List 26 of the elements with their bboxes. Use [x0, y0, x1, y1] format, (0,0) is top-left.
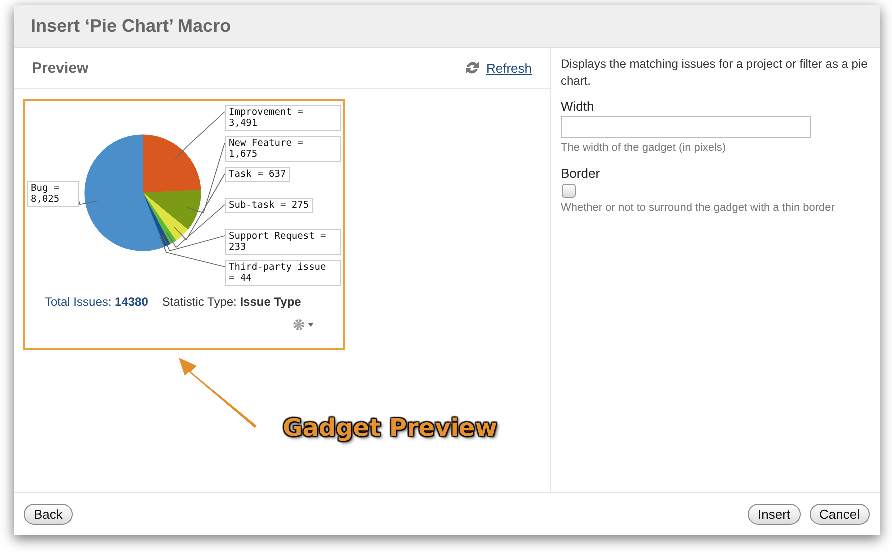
statistic-type: Statistic Type: Issue Type	[162, 295, 302, 309]
field-hint: Whether or not to surround the gadget with a thin border	[561, 202, 836, 214]
slice-label: Support Request = 233	[225, 229, 341, 255]
annotation-label: Gadget Preview	[283, 414, 498, 442]
width-field[interactable]	[561, 116, 811, 138]
field-label: Border	[561, 166, 602, 181]
refresh-link[interactable]: Refresh	[486, 60, 532, 76]
slice-label: Improvement = 3,491	[225, 105, 341, 131]
border-checkbox[interactable]	[562, 184, 576, 198]
slice-label: Third-party issue = 44	[225, 260, 341, 286]
back-button[interactable]: Back	[24, 504, 73, 524]
total-issues: Total Issues: 14380	[45, 295, 148, 309]
gear-menu-icon[interactable]	[293, 319, 317, 331]
field-hint: The width of the gadget (in pixels)	[561, 142, 728, 154]
field-label: Width	[561, 99, 596, 114]
dialog-button[interactable]: Insert	[748, 504, 801, 524]
slice-label: Sub-task = 275	[225, 198, 314, 213]
preview-heading: Preview	[32, 60, 89, 76]
slice-label: Task = 637	[225, 167, 290, 182]
slice-label: Bug = 8,025	[27, 181, 79, 207]
dialog-title: Insert ‘Pie Chart’ Macro	[31, 16, 232, 36]
slice-label: New Feature = 1,675	[225, 136, 341, 162]
macro-description: Displays the matching issues for a project or filter as a pie chart.	[561, 56, 869, 90]
arrow-icon	[177, 356, 259, 428]
dialog-button[interactable]: Cancel	[810, 504, 870, 524]
refresh-icon	[464, 60, 482, 76]
